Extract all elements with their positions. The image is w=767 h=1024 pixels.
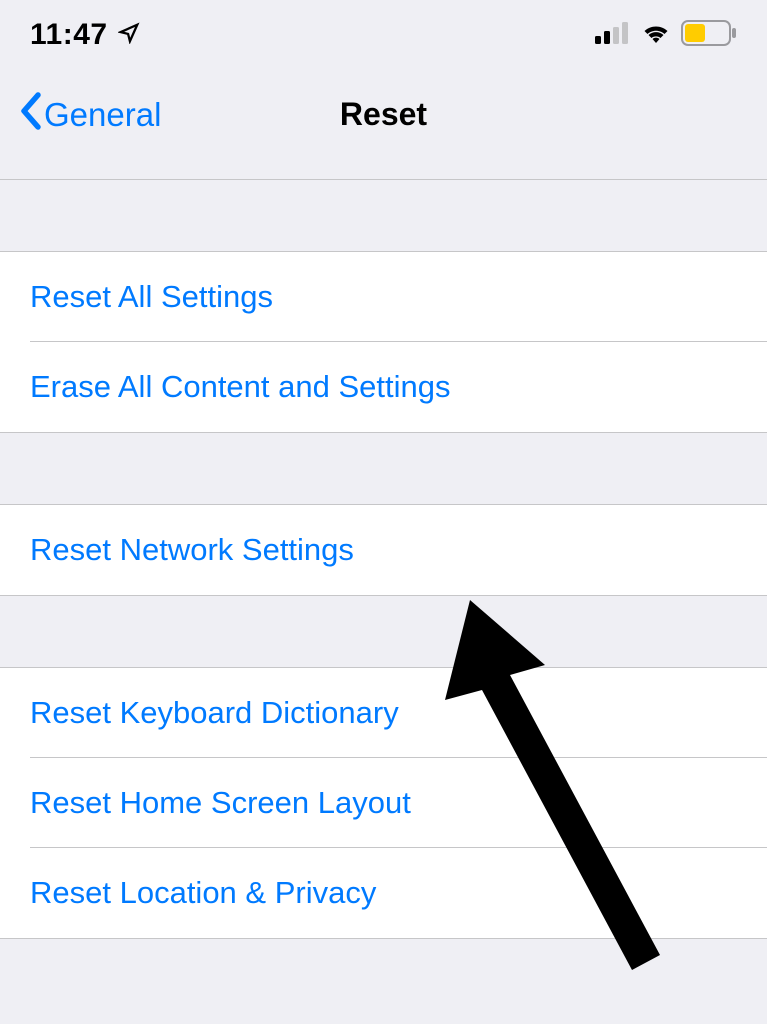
wifi-icon — [641, 22, 671, 49]
list-group: Reset All Settings Erase All Content and… — [0, 252, 767, 433]
erase-all-content-row[interactable]: Erase All Content and Settings — [0, 342, 767, 432]
section-gap — [0, 433, 767, 505]
reset-all-settings-row[interactable]: Reset All Settings — [0, 252, 767, 342]
location-icon — [118, 18, 140, 52]
list-group: Reset Keyboard Dictionary Reset Home Scr… — [0, 668, 767, 939]
status-right — [595, 20, 737, 51]
back-button[interactable]: General — [18, 91, 161, 139]
status-bar: 11:47 — [0, 0, 767, 70]
status-left: 11:47 — [30, 18, 140, 52]
chevron-left-icon — [18, 91, 42, 139]
reset-network-settings-row[interactable]: Reset Network Settings — [0, 505, 767, 595]
reset-home-screen-layout-row[interactable]: Reset Home Screen Layout — [0, 758, 767, 848]
row-label: Reset Location & Privacy — [30, 875, 376, 910]
row-label: Reset All Settings — [30, 279, 273, 314]
status-time: 11:47 — [30, 18, 108, 52]
reset-keyboard-dictionary-row[interactable]: Reset Keyboard Dictionary — [0, 668, 767, 758]
page-title: Reset — [340, 96, 427, 133]
row-label: Erase All Content and Settings — [30, 369, 450, 404]
list-group: Reset Network Settings — [0, 505, 767, 596]
row-label: Reset Home Screen Layout — [30, 785, 411, 820]
section-gap — [0, 180, 767, 252]
back-label: General — [44, 96, 161, 134]
navigation-bar: General Reset — [0, 70, 767, 180]
row-label: Reset Network Settings — [30, 532, 354, 567]
row-label: Reset Keyboard Dictionary — [30, 695, 399, 730]
cellular-signal-icon — [595, 22, 631, 49]
section-gap — [0, 596, 767, 668]
battery-icon — [681, 20, 737, 51]
reset-location-privacy-row[interactable]: Reset Location & Privacy — [0, 848, 767, 938]
